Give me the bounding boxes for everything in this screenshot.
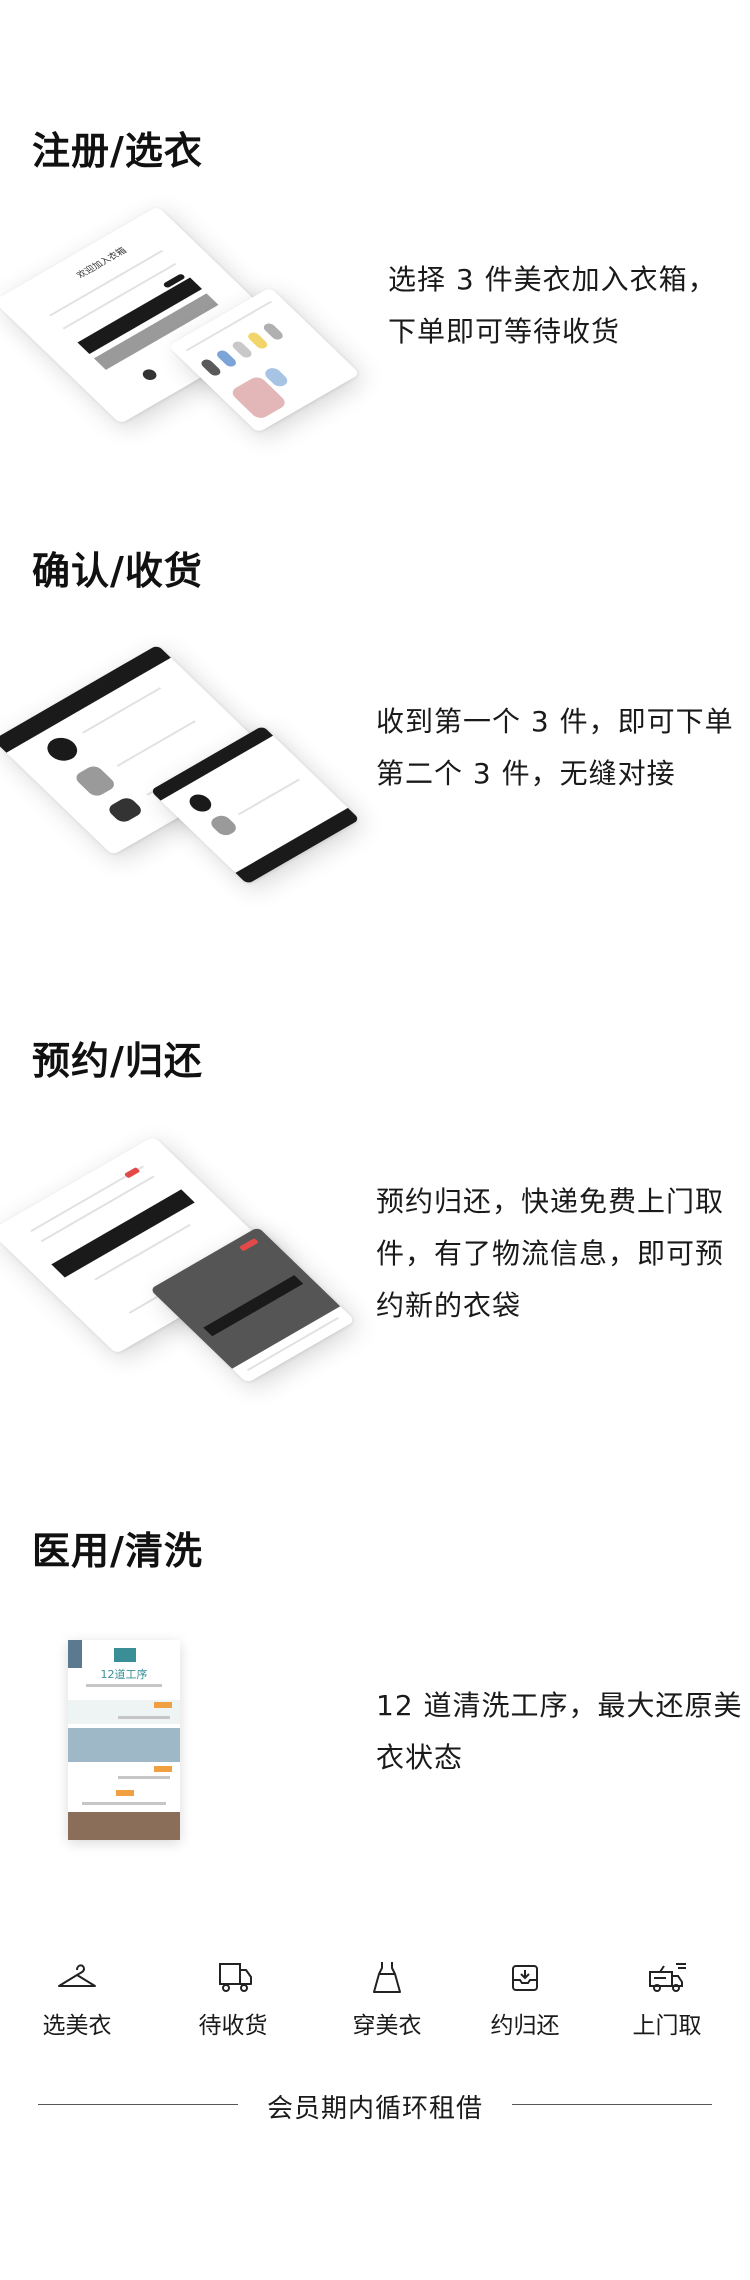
section-title: 医用/清洗 <box>32 1529 203 1573</box>
icon-label: 约归还 <box>490 2013 560 2039</box>
icon-label: 选美衣 <box>42 2013 112 2039</box>
footer-text: 会员期内循环租借 <box>266 2094 483 2124</box>
hanger-icon <box>58 1964 96 1987</box>
cleaning-poster: 12道工序 <box>68 1640 180 1840</box>
process-icons-row: 选美衣 待收货 穿美衣 约归还 上门取 <box>0 1960 750 2060</box>
footer-divider-right <box>512 2104 712 2105</box>
delivery-truck-icon <box>219 1963 252 1992</box>
description-line: 选择 3 件美衣加入衣箱， <box>388 263 717 296</box>
description-line: 收到第一个 3 件，即可下单 <box>376 705 734 738</box>
section-title: 注册/选衣 <box>32 129 203 173</box>
icon-item-select-clothes: 选美衣 <box>12 1960 142 2040</box>
dress-icon <box>373 1962 401 1993</box>
icon-item-await-delivery: 待收货 <box>168 1960 298 2040</box>
description-line: 预约归还，快递免费上门取 <box>376 1185 725 1218</box>
description-line: 件，有了物流信息，即可预 <box>376 1237 725 1270</box>
description-line: 第二个 3 件，无缝对接 <box>376 757 676 790</box>
description-line: 下单即可等待收货 <box>388 315 621 348</box>
section-description: 预约归还，快递免费上门取 件，有了物流信息，即可预 约新的衣袋 <box>376 1176 724 1332</box>
icon-item-book-return: 约归还 <box>460 1960 590 2040</box>
pickup-truck-icon <box>649 1963 686 1992</box>
section-title: 预约/归还 <box>32 1039 203 1083</box>
section-description: 12 道清洗工序，最大还原美 衣状态 <box>376 1680 743 1784</box>
section-title: 确认/收货 <box>32 549 203 593</box>
description-line: 12 道清洗工序，最大还原美 <box>376 1689 743 1722</box>
poster-title: 12道工序 <box>100 1668 148 1681</box>
return-box-icon <box>512 1965 538 1991</box>
icon-label: 穿美衣 <box>352 2013 422 2039</box>
icon-label: 待收货 <box>198 2013 268 2039</box>
brand-logo <box>114 1648 136 1662</box>
icon-label: 上门取 <box>632 2013 702 2039</box>
description-line: 约新的衣袋 <box>376 1289 522 1322</box>
section-description: 选择 3 件美衣加入衣箱， 下单即可等待收货 <box>388 254 717 358</box>
icon-item-home-pickup: 上门取 <box>602 1960 732 2040</box>
icon-item-wear-clothes: 穿美衣 <box>322 1960 452 2040</box>
section-description: 收到第一个 3 件，即可下单 第二个 3 件，无缝对接 <box>376 696 734 800</box>
description-line: 衣状态 <box>376 1741 464 1774</box>
footer-cycle-banner: 会员期内循环租借 <box>0 2080 750 2130</box>
